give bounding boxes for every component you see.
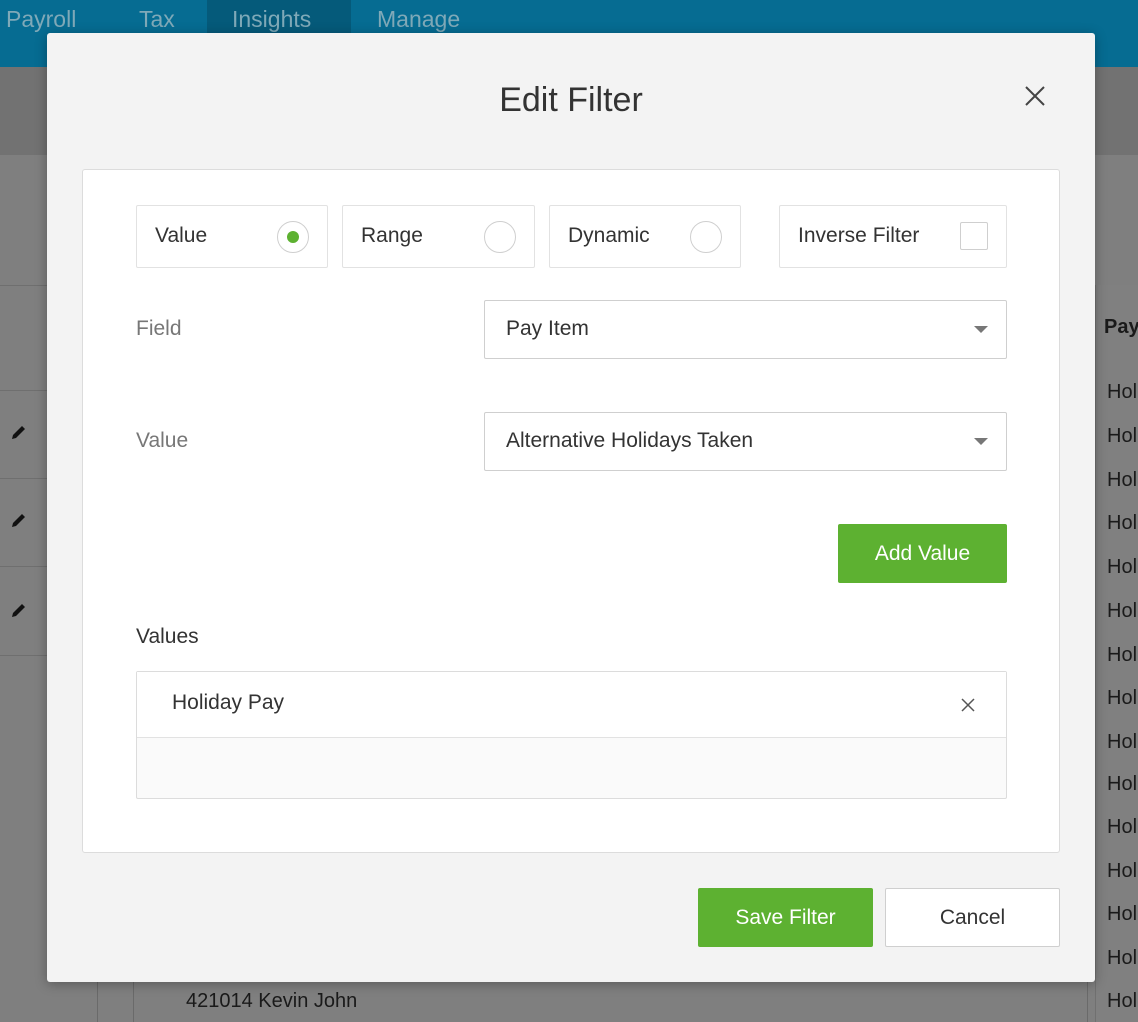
employee-name-cell: 421014 Kevin John [186, 990, 358, 1012]
pencil-icon[interactable] [10, 511, 28, 529]
close-icon[interactable] [1020, 81, 1050, 111]
save-filter-button[interactable]: Save Filter [698, 888, 873, 947]
option-inverse-filter[interactable]: Inverse Filter [779, 205, 1007, 268]
pencil-icon[interactable] [10, 423, 28, 441]
chevron-down-icon [974, 326, 988, 333]
value-select-value: Alternative Holidays Taken [506, 429, 754, 452]
option-dynamic[interactable]: Dynamic [549, 205, 741, 268]
table-cell: Hol [1107, 903, 1138, 925]
table-cell: Hol [1107, 556, 1138, 578]
table-cell: Hol [1107, 860, 1138, 882]
dialog-title: Edit Filter [499, 81, 643, 119]
option-dynamic-label: Dynamic [568, 224, 650, 247]
option-range[interactable]: Range [342, 205, 535, 268]
edit-filter-dialog: Edit Filter Value Range Dynamic Inverse … [47, 33, 1095, 982]
values-heading: Values [136, 625, 199, 648]
option-value-label: Value [155, 224, 208, 247]
pencil-icon[interactable] [10, 601, 28, 619]
table-cell: Hol [1107, 469, 1138, 491]
radio-range[interactable] [484, 221, 516, 253]
table-cell: Hol [1107, 990, 1138, 1012]
option-value[interactable]: Value [136, 205, 328, 268]
value-item-text: Holiday Pay [172, 691, 285, 714]
table-cell: Hol [1107, 773, 1138, 795]
values-list: Holiday Pay [136, 671, 1007, 799]
table-row [0, 478, 50, 566]
nav-tab-tax[interactable]: Tax [139, 6, 175, 33]
table-cell: Hol [1107, 816, 1138, 838]
field-select[interactable]: Pay Item [484, 300, 1007, 359]
table-cell: Hol [1107, 512, 1138, 534]
add-value-button[interactable]: Add Value [838, 524, 1007, 583]
table-cell: Hol [1107, 687, 1138, 709]
chevron-down-icon [974, 438, 988, 445]
inverse-filter-checkbox[interactable] [960, 222, 988, 250]
nav-tab-payroll[interactable]: Payroll [6, 6, 76, 33]
value-label: Value [136, 429, 189, 452]
field-select-value: Pay Item [506, 317, 589, 340]
table-cell: Hol [1107, 731, 1138, 753]
column-header-pay: Pay [1104, 316, 1138, 338]
radio-dynamic[interactable] [690, 221, 722, 253]
table-cell: Hol [1107, 644, 1138, 666]
option-range-label: Range [361, 224, 423, 247]
table-row [0, 566, 50, 656]
radio-value[interactable] [277, 221, 309, 253]
cancel-button[interactable]: Cancel [885, 888, 1060, 947]
list-item: Holiday Pay [137, 672, 1006, 738]
value-select[interactable]: Alternative Holidays Taken [484, 412, 1007, 471]
table-cell: Hol [1107, 425, 1138, 447]
table-cell: Hol [1107, 947, 1138, 969]
nav-tab-manage[interactable]: Manage [377, 6, 460, 33]
table-cell: Hol [1107, 381, 1138, 403]
remove-value-icon[interactable] [959, 696, 977, 714]
option-inverse-label: Inverse Filter [798, 224, 920, 247]
filter-panel: Value Range Dynamic Inverse Filter Field… [82, 169, 1060, 853]
table-row [0, 390, 50, 478]
field-label: Field [136, 317, 182, 340]
table-cell: Hol [1107, 600, 1138, 622]
